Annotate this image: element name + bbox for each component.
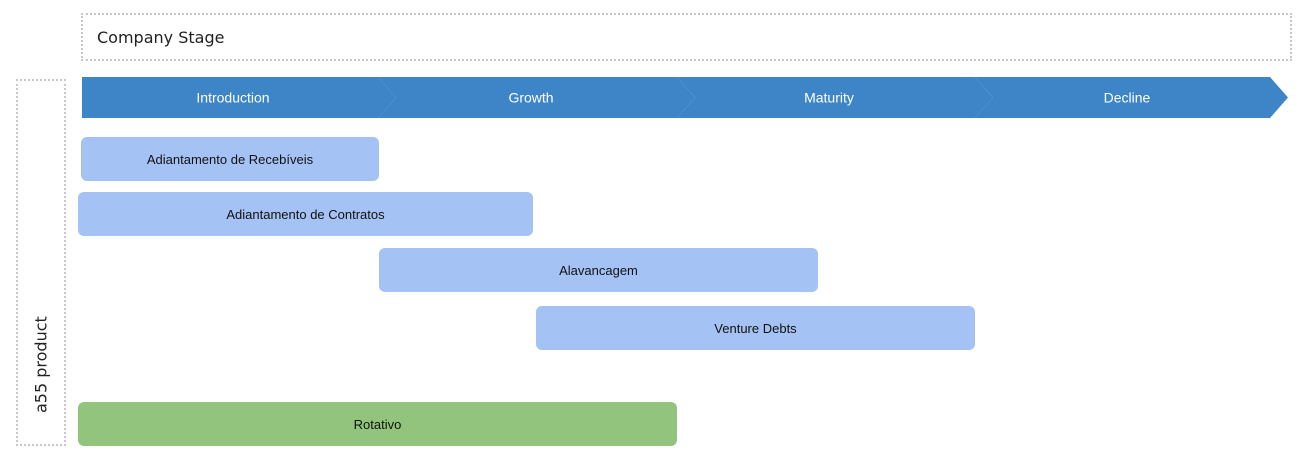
phase-label-maturity: Maturity [804,90,854,106]
phase-label-introduction: Introduction [196,90,269,106]
phase-introduction: Introduction [82,77,396,118]
product-label: Adiantamento de Contratos [226,206,385,222]
product-bar-adiantamento-recebiveis: Adiantamento de Recebíveis [81,137,379,181]
product-axis-box: a55 product [16,79,66,446]
phase-maturity: Maturity [677,77,993,118]
product-bar-adiantamento-contratos: Adiantamento de Contratos [78,192,533,236]
product-axis-title: a55 product [31,316,51,413]
product-label: Alavancagem [559,262,638,278]
phase-decline: Decline [975,77,1288,118]
phase-arrow-row: Introduction Growth Maturity Decline [82,77,1288,118]
phase-label-decline: Decline [1104,90,1151,106]
phase-label-growth: Growth [508,90,553,106]
product-bar-alavancagem: Alavancagem [379,248,818,292]
product-bar-rotativo: Rotativo [78,402,677,446]
product-bar-venture-debts: Venture Debts [536,306,975,350]
product-label: Venture Debts [714,320,797,336]
phase-growth: Growth [378,77,695,118]
product-label: Adiantamento de Recebíveis [146,151,314,167]
product-label: Rotativo [353,416,402,432]
